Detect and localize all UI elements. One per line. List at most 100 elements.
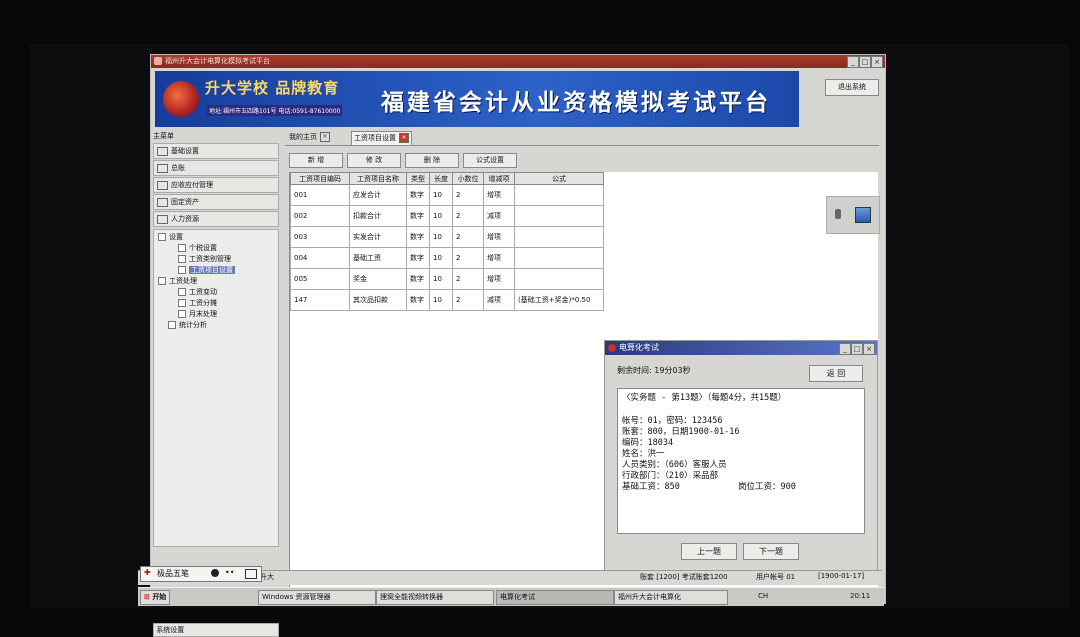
moon-icon[interactable] <box>211 569 219 577</box>
table-cell[interactable]: 扣款合计 <box>349 205 407 227</box>
table-cell[interactable]: 数字 <box>406 226 430 248</box>
column-header[interactable]: 类型 <box>406 172 430 185</box>
table-cell[interactable]: 2 <box>452 226 484 248</box>
table-cell[interactable]: 基础工资 <box>349 247 407 269</box>
module-general-ledger[interactable]: 总账 <box>153 160 279 176</box>
keyboard-icon[interactable] <box>245 569 257 579</box>
prev-question-button[interactable]: 上一题 <box>681 543 737 560</box>
table-cell[interactable]: 增项 <box>483 226 515 248</box>
system-settings-item[interactable]: 系统设置 <box>153 623 279 637</box>
table-cell[interactable]: 10 <box>429 268 453 290</box>
table-cell[interactable]: 其次品扣款 <box>349 289 407 311</box>
taskbar-item-exam[interactable]: 电算化考试 <box>496 590 614 605</box>
table-cell[interactable]: 2 <box>452 205 484 227</box>
close-icon[interactable]: × <box>863 343 875 355</box>
table-cell[interactable]: 实发合计 <box>349 226 407 248</box>
column-header[interactable]: 小数位 <box>452 172 484 185</box>
next-question-button[interactable]: 下一题 <box>743 543 799 560</box>
close-icon[interactable]: × <box>871 56 883 68</box>
tree-node-month-end[interactable]: 月末处理 <box>178 309 217 319</box>
table-cell[interactable]: 数字 <box>406 247 430 269</box>
punct-icon[interactable]: •• <box>225 568 234 577</box>
module-receivables[interactable]: 应收应付管理 <box>153 177 279 193</box>
table-cell[interactable] <box>514 226 604 248</box>
close-icon[interactable]: × <box>399 133 409 143</box>
table-cell[interactable]: 2 <box>452 268 484 290</box>
table-cell[interactable]: 增项 <box>483 268 515 290</box>
table-cell[interactable]: 数字 <box>406 268 430 290</box>
minimize-icon[interactable]: _ <box>839 343 851 355</box>
delete-button[interactable]: 删 除 <box>405 153 459 168</box>
table-cell[interactable] <box>514 184 604 206</box>
exit-button[interactable]: 退出系统 <box>825 79 879 96</box>
table-cell[interactable]: 数字 <box>406 205 430 227</box>
column-header[interactable]: 增减项 <box>483 172 515 185</box>
table-cell[interactable]: 003 <box>290 226 350 248</box>
table-row[interactable]: 005 奖金 数字 10 2 增项 <box>290 268 604 290</box>
add-button[interactable]: 新 增 <box>289 153 343 168</box>
module-hr[interactable]: 人力资源 <box>153 211 279 227</box>
tab-salary-items[interactable]: 工资项目设置 × <box>351 131 412 145</box>
table-row[interactable]: 004 基础工资 数字 10 2 增项 <box>290 247 604 269</box>
tree-node-allocation[interactable]: 工资分摊 <box>178 298 217 308</box>
table-cell[interactable] <box>514 205 604 227</box>
tray-lang[interactable]: CH <box>758 592 768 600</box>
column-header[interactable]: 长度 <box>429 172 453 185</box>
back-button[interactable]: 返 回 <box>809 365 863 382</box>
tray-clock[interactable]: 20:11 <box>850 592 870 600</box>
table-row[interactable]: 001 应发合计 数字 10 2 增项 <box>290 184 604 206</box>
formula-button[interactable]: 公式设置 <box>463 153 517 168</box>
column-header[interactable]: 公式 <box>514 172 604 185</box>
table-cell[interactable]: 001 <box>290 184 350 206</box>
minimize-icon[interactable]: _ <box>847 56 859 68</box>
table-cell[interactable]: 005 <box>290 268 350 290</box>
tree-node-processing[interactable]: 工资处理 <box>158 276 197 286</box>
ime-bar[interactable]: ✚ 极品五笔 •• <box>140 566 262 582</box>
table-cell[interactable]: 数字 <box>406 184 430 206</box>
table-cell[interactable]: 减项 <box>483 205 515 227</box>
taskbar-item-platform[interactable]: 福州升大会计电算化 <box>614 590 728 605</box>
floating-toolbox[interactable] <box>826 196 880 234</box>
taskbar-item-explorer[interactable]: Windows 资源管理器 <box>258 590 376 605</box>
maximize-icon[interactable]: □ <box>851 343 863 355</box>
column-header[interactable]: 工资项目名称 <box>349 172 407 185</box>
maximize-icon[interactable]: □ <box>859 56 871 68</box>
table-cell[interactable] <box>514 247 604 269</box>
tree-node-change[interactable]: 工资变动 <box>178 287 217 297</box>
table-cell[interactable]: 2 <box>452 184 484 206</box>
table-cell[interactable]: 2 <box>452 289 484 311</box>
start-button[interactable]: ⊞ 开始 <box>140 590 171 605</box>
taskbar-item-converter[interactable]: 狸窝全能视频转换器 <box>376 590 494 605</box>
table-cell[interactable]: 10 <box>429 226 453 248</box>
tree-node-tax[interactable]: 个税设置 <box>178 243 217 253</box>
table-cell[interactable]: 数字 <box>406 289 430 311</box>
table-row[interactable]: 003 实发合计 数字 10 2 增项 <box>290 226 604 248</box>
table-cell[interactable]: 10 <box>429 247 453 269</box>
table-cell[interactable]: 10 <box>429 184 453 206</box>
table-cell[interactable]: 10 <box>429 289 453 311</box>
table-cell[interactable]: 004 <box>290 247 350 269</box>
table-cell[interactable]: 2 <box>452 247 484 269</box>
table-cell[interactable]: 增项 <box>483 247 515 269</box>
tab-home[interactable]: 我的主页 × <box>287 131 332 144</box>
table-cell[interactable]: (基础工资+奖金)*0.50 <box>514 289 604 311</box>
table-cell[interactable]: 10 <box>429 205 453 227</box>
table-cell[interactable] <box>514 268 604 290</box>
column-header[interactable]: 工资项目编码 <box>290 172 350 185</box>
table-row[interactable]: 147 其次品扣款 数字 10 2 减项 (基础工资+奖金)*0.50 <box>290 289 604 311</box>
table-cell[interactable]: 002 <box>290 205 350 227</box>
tree-node-settings[interactable]: 设置 <box>158 232 183 242</box>
module-basic-settings[interactable]: 基础设置 <box>153 143 279 159</box>
tree-node-stats[interactable]: 统计分析 <box>168 320 207 330</box>
table-row[interactable]: 002 扣款合计 数字 10 2 减项 <box>290 205 604 227</box>
tree-node-category[interactable]: 工资类别管理 <box>178 254 231 264</box>
table-cell[interactable]: 应发合计 <box>349 184 407 206</box>
table-cell[interactable]: 147 <box>290 289 350 311</box>
table-cell[interactable]: 减项 <box>483 289 515 311</box>
tree-node-item-settings[interactable]: 工资项目设置 <box>178 265 235 275</box>
table-cell[interactable]: 增项 <box>483 184 515 206</box>
edit-button[interactable]: 修 改 <box>347 153 401 168</box>
module-fixed-assets[interactable]: 固定资产 <box>153 194 279 210</box>
table-cell[interactable]: 奖金 <box>349 268 407 290</box>
close-icon[interactable]: × <box>320 132 330 142</box>
